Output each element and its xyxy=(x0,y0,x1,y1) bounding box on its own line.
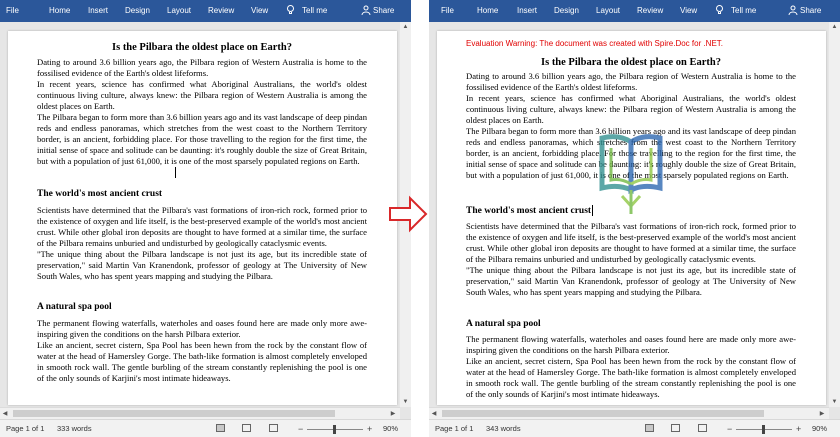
right-arrow-icon xyxy=(389,195,428,233)
tab-design[interactable]: Design xyxy=(125,6,150,15)
tab-review[interactable]: Review xyxy=(637,6,663,15)
paragraph-spa-pool: The permanent flowing waterfalls, waterh… xyxy=(466,334,796,399)
scroll-up-arrow[interactable]: ▲ xyxy=(829,22,840,32)
zoom-out-button[interactable]: − xyxy=(298,424,303,434)
word-count[interactable]: 343 words xyxy=(486,424,521,433)
tab-home[interactable]: Home xyxy=(477,6,498,15)
tab-insert[interactable]: Insert xyxy=(517,6,537,15)
status-bar: Page 1 of 1 333 words − + 90% xyxy=(0,419,411,437)
share-button[interactable]: Share xyxy=(800,6,821,15)
status-bar: Page 1 of 1 343 words − + 90% xyxy=(429,419,840,437)
tab-design[interactable]: Design xyxy=(554,6,579,15)
tab-layout[interactable]: Layout xyxy=(596,6,620,15)
heading-ancient-crust: The world's most ancient crust xyxy=(37,189,163,199)
page-count[interactable]: Page 1 of 1 xyxy=(435,424,473,433)
heading-spa-pool: A natural spa pool xyxy=(466,319,541,329)
page-count[interactable]: Page 1 of 1 xyxy=(6,424,44,433)
zoom-out-button[interactable]: − xyxy=(727,424,732,434)
paragraph-intro: Dating to around 3.6 billion years ago, … xyxy=(37,57,367,166)
text-cursor xyxy=(592,205,593,216)
tab-file[interactable]: File xyxy=(6,6,19,15)
paragraph-spa-pool: The permanent flowing waterfalls, waterh… xyxy=(37,318,367,383)
document-title: Is the Pilbara the oldest place on Earth… xyxy=(541,57,721,68)
heading-spa-pool: A natural spa pool xyxy=(37,302,112,312)
tell-me-box[interactable]: Tell me xyxy=(731,6,756,15)
tab-review[interactable]: Review xyxy=(208,6,234,15)
print-layout-icon[interactable] xyxy=(645,424,654,432)
tab-view[interactable]: View xyxy=(680,6,697,15)
read-mode-icon[interactable] xyxy=(671,424,680,432)
tab-layout[interactable]: Layout xyxy=(167,6,191,15)
zoom-level[interactable]: 90% xyxy=(812,424,827,433)
lightbulb-icon xyxy=(716,5,723,14)
share-icon xyxy=(361,5,371,15)
document-title: Is the Pilbara the oldest place on Earth… xyxy=(112,42,292,53)
zoom-slider-thumb[interactable] xyxy=(333,425,336,434)
ribbon-tabs: File Home Insert Design Layout Review Vi… xyxy=(429,0,840,22)
paragraph-intro: Dating to around 3.6 billion years ago, … xyxy=(466,71,796,180)
zoom-in-button[interactable]: + xyxy=(367,424,372,434)
word-window-watermarked: File Home Insert Design Layout Review Vi… xyxy=(429,0,840,437)
zoom-slider-thumb[interactable] xyxy=(762,425,765,434)
scroll-up-arrow[interactable]: ▲ xyxy=(400,22,411,32)
scroll-down-arrow[interactable]: ▼ xyxy=(400,397,411,407)
text-cursor xyxy=(175,167,176,178)
document-page[interactable]: Is the Pilbara the oldest place on Earth… xyxy=(8,31,397,405)
document-page[interactable]: Evaluation Warning: The document was cre… xyxy=(437,31,826,405)
vertical-scrollbar[interactable]: ▲ ▼ xyxy=(829,22,840,407)
share-button[interactable]: Share xyxy=(373,6,394,15)
lightbulb-icon xyxy=(287,5,294,14)
word-window-original: File Home Insert Design Layout Review Vi… xyxy=(0,0,411,437)
scroll-down-arrow[interactable]: ▼ xyxy=(829,397,840,407)
tab-insert[interactable]: Insert xyxy=(88,6,108,15)
heading-ancient-crust: The world's most ancient crust xyxy=(466,206,592,216)
zoom-level[interactable]: 90% xyxy=(383,424,398,433)
zoom-in-button[interactable]: + xyxy=(796,424,801,434)
word-count[interactable]: 333 words xyxy=(57,424,92,433)
paragraph-ancient-crust: Scientists have determined that the Pilb… xyxy=(37,205,367,281)
web-layout-icon[interactable] xyxy=(269,424,278,432)
tab-file[interactable]: File xyxy=(441,6,454,15)
ribbon-tabs: File Home Insert Design Layout Review Vi… xyxy=(0,0,411,22)
scroll-thumb[interactable] xyxy=(13,410,335,417)
tab-home[interactable]: Home xyxy=(49,6,70,15)
tell-me-box[interactable]: Tell me xyxy=(302,6,327,15)
share-icon xyxy=(788,5,798,15)
read-mode-icon[interactable] xyxy=(242,424,251,432)
paragraph-ancient-crust: Scientists have determined that the Pilb… xyxy=(466,221,796,297)
print-layout-icon[interactable] xyxy=(216,424,225,432)
scroll-thumb[interactable] xyxy=(442,410,764,417)
evaluation-warning: Evaluation Warning: The document was cre… xyxy=(466,39,724,48)
tab-view[interactable]: View xyxy=(251,6,268,15)
web-layout-icon[interactable] xyxy=(698,424,707,432)
